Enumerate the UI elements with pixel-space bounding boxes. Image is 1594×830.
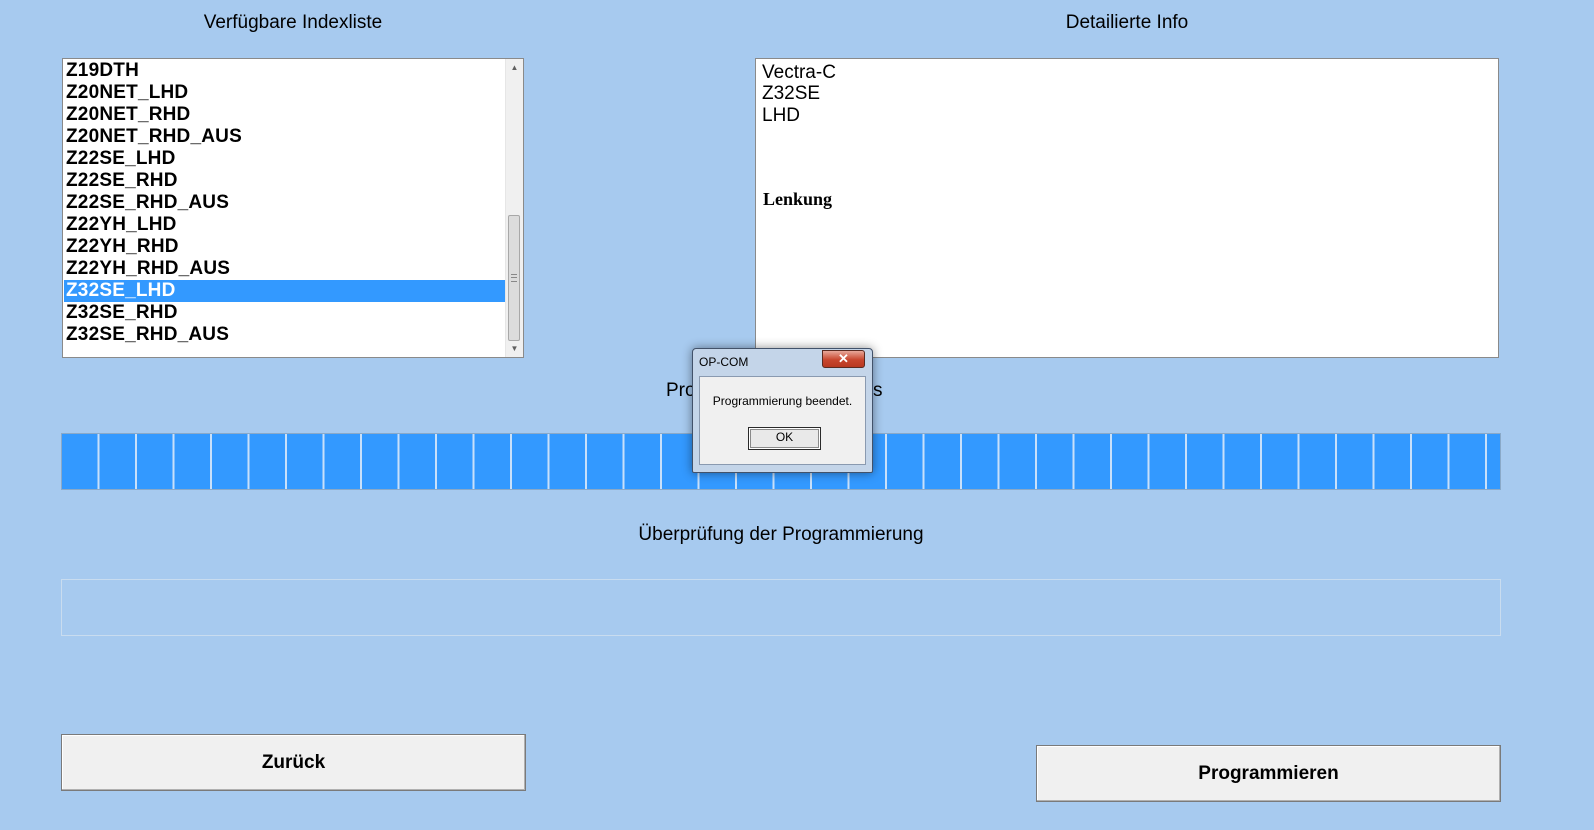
detail-info-title: Detailierte Info: [1065, 12, 1189, 33]
detail-info-box: Vectra-C Z32SE LHD Lenkung: [755, 58, 1499, 358]
list-item[interactable]: Z22SE_RHD_AUS: [64, 192, 505, 214]
info-line-model: Vectra-C: [762, 62, 836, 83]
list-item[interactable]: Z22YH_RHD: [64, 236, 505, 258]
message-dialog: OP-COM ✕ Programmierung beendet. OK: [692, 348, 873, 473]
list-item[interactable]: Z22YH_LHD: [64, 214, 505, 236]
list-item[interactable]: Z20NET_RHD: [64, 104, 505, 126]
list-item[interactable]: Z20NET_RHD_AUS: [64, 126, 505, 148]
list-item[interactable]: Z19DTH: [64, 60, 505, 82]
list-item[interactable]: Z22SE_LHD: [64, 148, 505, 170]
scroll-grip-icon: [511, 274, 517, 282]
index-list-scrollbar[interactable]: ▲ ▼: [505, 59, 523, 357]
index-list-title: Verfügbare Indexliste: [203, 12, 383, 33]
list-item[interactable]: Z20NET_LHD: [64, 82, 505, 104]
scroll-up-arrow-icon[interactable]: ▲: [506, 59, 523, 76]
dialog-body: Programmierung beendet. OK: [699, 376, 866, 465]
verify-label: Überprüfung der Programmierung: [638, 524, 924, 545]
list-item[interactable]: Z32SE_RHD_AUS: [64, 324, 505, 346]
close-icon[interactable]: ✕: [822, 350, 865, 368]
index-listbox[interactable]: Z19DTH Z20NET_LHD Z20NET_RHD Z20NET_RHD_AUS…: [62, 58, 524, 358]
dialog-title: OP-COM: [699, 355, 749, 369]
back-button[interactable]: Zurück: [61, 734, 526, 791]
index-list-items: Z19DTH Z20NET_LHD Z20NET_RHD Z20NET_RHD_AUS…: [64, 60, 505, 346]
info-heading: Lenkung: [763, 189, 833, 209]
program-button[interactable]: Programmieren: [1036, 745, 1501, 802]
ok-button[interactable]: OK: [748, 427, 821, 450]
info-line-drive-side: LHD: [762, 105, 801, 126]
progress-label-right: s: [873, 380, 883, 401]
verification-progress-bar: [61, 579, 1501, 636]
list-item[interactable]: Z32SE_RHD: [64, 302, 505, 324]
list-item[interactable]: Z32SE_LHD: [64, 280, 505, 302]
list-item[interactable]: Z22SE_RHD: [64, 170, 505, 192]
dialog-message: Programmierung beendet.: [712, 394, 853, 408]
info-line-engine: Z32SE: [762, 83, 821, 104]
scroll-thumb[interactable]: [508, 215, 520, 341]
list-item[interactable]: Z22YH_RHD_AUS: [64, 258, 505, 280]
scroll-down-arrow-icon[interactable]: ▼: [506, 340, 523, 357]
